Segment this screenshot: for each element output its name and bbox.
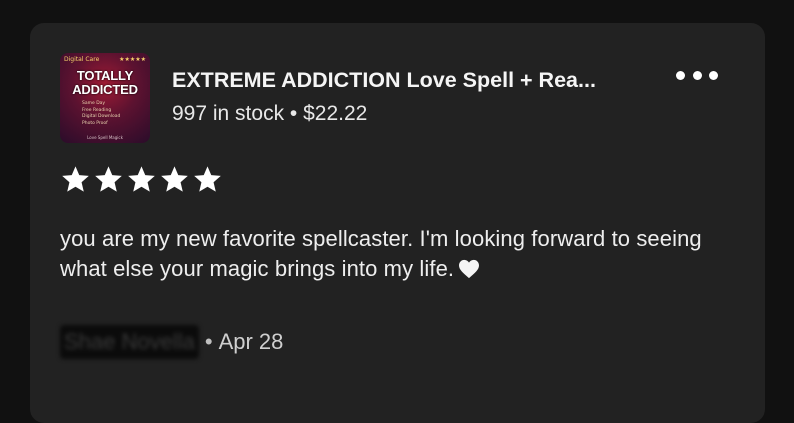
stock-count: 997 in stock bbox=[172, 102, 285, 125]
review-date: Apr 28 bbox=[218, 329, 284, 354]
thumbnail-badge-text: Digital Care bbox=[64, 56, 100, 63]
review-card: Digital Care ★★★★★ TOTALLY ADDICTED Same… bbox=[30, 23, 765, 423]
review-body: you are my new favorite spellcaster. I'm… bbox=[60, 226, 702, 281]
product-price: $22.22 bbox=[303, 102, 368, 125]
review-byline: Shae Novella • Apr 28 bbox=[60, 325, 284, 359]
more-horizontal-icon bbox=[692, 70, 702, 80]
author-name[interactable]: Shae Novella bbox=[60, 325, 199, 359]
star-icon bbox=[62, 166, 89, 192]
star-icon bbox=[95, 166, 122, 192]
byline-separator: • bbox=[204, 329, 213, 354]
white-heart-icon bbox=[459, 259, 480, 279]
thumbnail-badge-stars: ★★★★★ bbox=[119, 56, 146, 63]
more-horizontal-icon bbox=[676, 70, 685, 80]
thumbnail-feature-list: Same Day Free Reading Digital Download P… bbox=[82, 101, 132, 127]
star-icon bbox=[128, 166, 155, 192]
meta-separator: • bbox=[289, 102, 298, 125]
product-thumbnail[interactable]: Digital Care ★★★★★ TOTALLY ADDICTED Same… bbox=[60, 53, 150, 143]
thumbnail-footer: Love Spell Magick bbox=[87, 135, 123, 140]
thumbnail-feature: Photo Proof bbox=[82, 120, 108, 126]
product-meta: 997 in stock • $22.22 bbox=[172, 102, 367, 126]
more-options-button[interactable] bbox=[676, 64, 718, 86]
star-rating bbox=[60, 164, 223, 195]
star-icon bbox=[194, 166, 221, 192]
more-horizontal-icon bbox=[709, 70, 718, 80]
thumbnail-title: TOTALLY ADDICTED bbox=[72, 68, 138, 97]
star-icon bbox=[161, 166, 188, 192]
product-title[interactable]: EXTREME ADDICTION Love Spell + Rea... bbox=[172, 68, 596, 93]
thumbnail-badge: Digital Care ★★★★★ bbox=[64, 55, 146, 64]
review-text: you are my new favorite spellcaster. I'm… bbox=[60, 224, 740, 284]
